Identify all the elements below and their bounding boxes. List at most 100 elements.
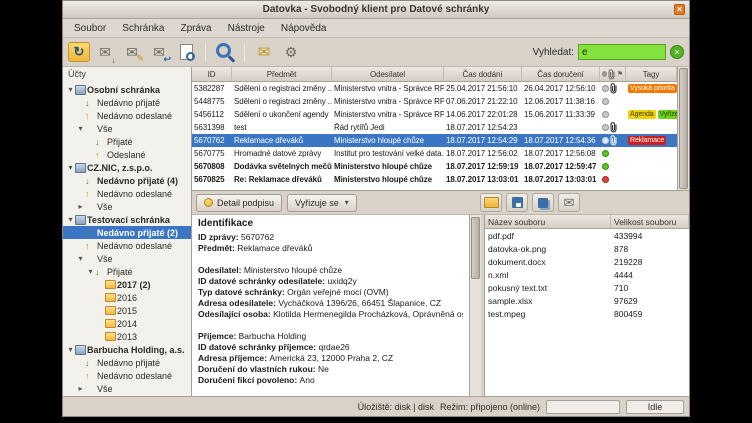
tree-item[interactable]: 2013 [63,330,191,343]
attachment-file-name: n.xml [485,270,611,280]
tree-item[interactable]: Nedávno přijaté [63,356,191,369]
attachment-actions [480,193,685,212]
message-row[interactable]: 5448775 Sdělení o registraci změny ... M… [192,95,677,108]
tree-item[interactable]: Vše [63,252,191,265]
attachment-row[interactable]: datovka-ok.png 878 [485,242,689,255]
message-detail-pane[interactable]: Identifikace ID zprávy: 5670762 Předmět:… [192,215,469,396]
open-attachment-icon[interactable] [480,193,502,212]
message-tags [626,121,677,134]
message-row[interactable]: 5670762 Reklamace dřeváků Ministerstvo h… [192,134,677,147]
reply-message-icon[interactable] [147,41,171,64]
menu-item[interactable]: Nápověda [273,19,335,37]
tree-item[interactable]: Vše [63,382,191,395]
email-attachment-icon[interactable] [558,193,580,212]
verify-message-icon[interactable] [174,41,198,64]
expander-icon[interactable] [86,267,95,276]
close-icon[interactable] [674,4,685,15]
settings-gear-icon[interactable] [279,41,303,64]
save-attachment-icon[interactable] [506,193,528,212]
tree-item[interactable]: Vše [63,200,191,213]
message-sender: Ministerstvo vnitra - Správce RPP [332,108,444,121]
tree-item[interactable]: Vše [63,122,191,135]
attachment-file-size: 219228 [611,257,689,267]
attachment-row[interactable]: dokument.docx 219228 [485,255,689,268]
scrollbar-thumb[interactable] [679,68,688,189]
menu-item[interactable]: Schránka [114,19,172,37]
column-header-delivery-time[interactable]: Čas dodání [444,67,522,81]
expander-icon[interactable] [76,202,85,211]
search-input[interactable] [578,44,666,60]
message-row[interactable]: 5670808 Dodávka světelných mečů Minister… [192,160,677,173]
attachment-row[interactable]: sample.xlsx 97629 [485,294,689,307]
tree-item[interactable]: Nedávno odeslané [63,239,191,252]
main-content: Účty Osobní schránka Nedávno přijaté [63,67,689,396]
menu-item[interactable]: Soubor [66,19,114,37]
create-message-icon[interactable] [120,41,144,64]
column-header-file-size[interactable]: Velikost souboru [611,215,689,228]
tree-item[interactable]: Nedávno přijaté (2) [63,226,191,239]
attachments-pane: Název souboru Velikost souboru pdf.pdf 4… [484,215,689,396]
attachment-row[interactable]: n.xml 4444 [485,268,689,281]
tree-item-icon [85,98,97,108]
attachment-row[interactable]: pokusný text.txt 710 [485,281,689,294]
detail-scrollbar[interactable] [469,215,481,396]
email-message-icon[interactable] [252,41,276,64]
tree-item[interactable]: Osobní schránka [63,83,191,96]
tree-item-icon [85,189,97,199]
message-list-scrollbar[interactable] [677,67,689,190]
tree-item[interactable]: Nedávno přijaté (4) [63,174,191,187]
message-row[interactable]: 5382287 Sdělení o registraci změny ... M… [192,82,677,95]
expander-icon[interactable] [66,85,75,94]
tree-item[interactable]: 2016 [63,291,191,304]
expander-icon[interactable] [66,163,75,172]
column-header-subject[interactable]: Předmět [232,67,332,81]
tree-item[interactable]: Přijaté [63,265,191,278]
tree-item[interactable]: Přijaté [63,135,191,148]
column-header-acceptance-time[interactable]: Čas doručení [522,67,600,81]
message-tags: Vysoká priorita [626,82,677,95]
tree-item[interactable]: Nedávno odeslané [63,369,191,382]
column-header-tags[interactable]: Tagy [626,67,677,81]
message-row[interactable]: 5670775 Hromadné datové zprávy Institut … [192,147,677,160]
find-message-icon[interactable] [213,41,237,64]
attachment-row[interactable]: pdf.pdf 433994 [485,229,689,242]
expander-icon[interactable] [76,254,85,263]
read-status-icon [602,98,609,105]
expander-icon[interactable] [66,345,75,354]
expander-icon[interactable] [76,384,85,393]
tree-item[interactable]: 2014 [63,317,191,330]
processing-state-dropdown[interactable]: Vyřizuje se [287,194,357,212]
tree-item[interactable]: Testovací schránka [63,213,191,226]
accounts-sync-icon[interactable] [68,42,90,62]
message-row[interactable]: 5670825 Re: Reklamace dřeváků Ministerst… [192,173,677,186]
tree-item[interactable]: CZ.NIC, z.s.p.o. [63,161,191,174]
message-id: 5670762 [192,134,232,147]
clear-search-icon[interactable] [670,45,684,59]
column-header-status-icons[interactable]: ⚑ [600,67,626,81]
column-header-sender[interactable]: Odesílatel [332,67,444,81]
message-row[interactable]: 5456112 Sdělení o ukončení agendy Minist… [192,108,677,121]
menu-item[interactable]: Zpráva [173,19,220,37]
attachment-row[interactable]: test.mpeg 800459 [485,307,689,320]
signature-detail-button[interactable]: Detail podpisu [196,194,282,212]
tree-item[interactable]: Odeslané [63,148,191,161]
column-header-id[interactable]: ID [192,67,232,81]
tree-item[interactable]: Nedávno odeslané [63,109,191,122]
column-header-file-name[interactable]: Název souboru [485,215,611,228]
download-messages-icon[interactable] [93,41,117,64]
attachment-file-name: sample.xlsx [485,296,611,306]
expander-icon[interactable] [76,124,85,133]
tree-item[interactable]: Barbucha Holding, a.s. [63,343,191,356]
scrollbar-thumb[interactable] [471,217,480,279]
save-all-attachments-icon[interactable] [532,193,554,212]
tree-item[interactable]: Nedávno odeslané [63,187,191,200]
title-bar[interactable]: Datovka - Svobodný klient pro Datové sch… [63,1,689,19]
tree-item[interactable]: 2017 (2) [63,278,191,291]
attachment-file-name: pokusný text.txt [485,283,611,293]
expander-icon[interactable] [66,215,75,224]
tree-item-label: Barbucha Holding, a.s. [87,345,185,355]
tree-item[interactable]: Nedávno přijaté [63,96,191,109]
tree-item[interactable]: 2015 [63,304,191,317]
message-row[interactable]: 5631398 test Řád rytířů Jedi 18.07.2017 … [192,121,677,134]
menu-item[interactable]: Nástroje [220,19,273,37]
